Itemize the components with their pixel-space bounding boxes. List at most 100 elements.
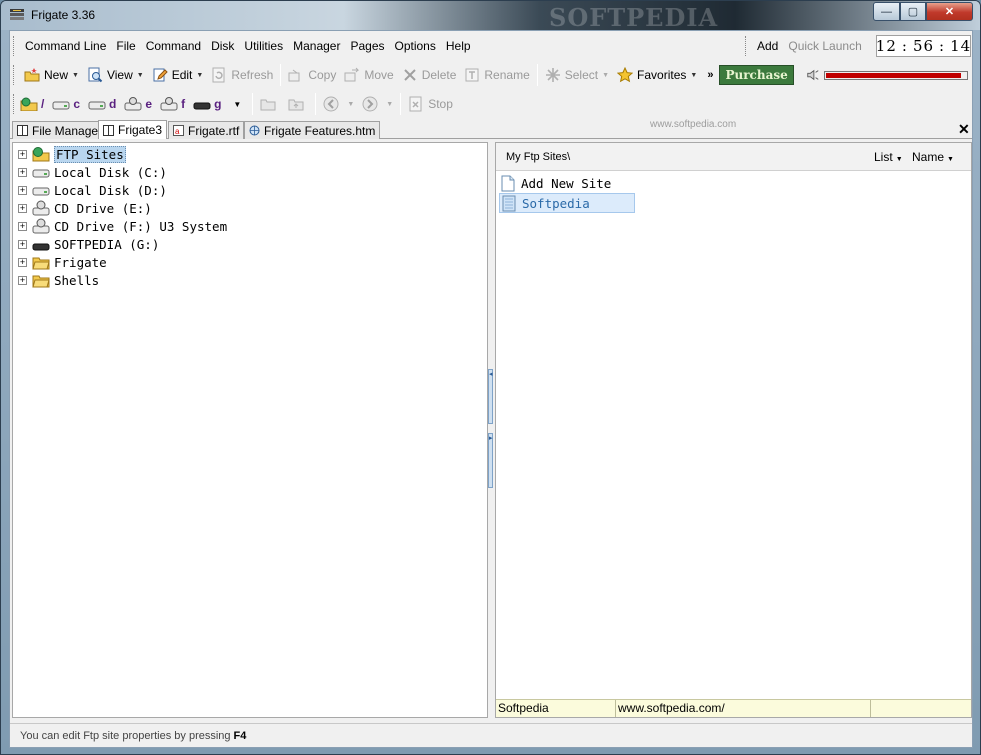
folder-up-button[interactable] xyxy=(284,92,312,116)
expand-toggle[interactable]: + xyxy=(18,149,27,159)
purchase-button[interactable]: Purchase xyxy=(719,65,794,85)
copy-button[interactable]: Copy xyxy=(284,63,340,87)
delete-button[interactable]: Delete xyxy=(398,63,461,87)
cd-drive-icon xyxy=(160,97,178,111)
new-folder-button[interactable] xyxy=(256,92,284,116)
toolbar-grip[interactable] xyxy=(13,65,16,85)
svg-text:a: a xyxy=(175,127,180,136)
list-item-softpedia[interactable]: Softpedia xyxy=(499,193,635,213)
menu-utilities[interactable]: Utilities xyxy=(239,39,288,53)
select-asterisk-icon xyxy=(545,68,560,82)
tab-frigate3[interactable]: Frigate3 xyxy=(98,120,168,139)
tree-item-label: SOFTPEDIA (G:) xyxy=(54,236,160,252)
volume-control[interactable] xyxy=(806,68,968,82)
toolbar-grip[interactable] xyxy=(13,94,16,114)
drive-c-button[interactable]: c xyxy=(52,97,80,111)
minimize-button[interactable]: — xyxy=(873,2,900,21)
menu-bar: Command Line File Command Disk Utilities… xyxy=(10,32,972,60)
collapse-right-button[interactable]: ▸ xyxy=(488,433,493,488)
tree-item-label: CD Drive (E:) xyxy=(54,200,152,216)
quick-launch-grip[interactable] xyxy=(745,36,748,56)
close-button[interactable]: ✕ xyxy=(926,2,973,21)
tree-item-label: Local Disk (C:) xyxy=(54,164,167,180)
tab-frigate-rtf[interactable]: a Frigate.rtf xyxy=(168,121,245,139)
tree-item-local-disk-d[interactable]: + Local Disk (D:) xyxy=(18,181,167,199)
tree-item-local-disk-c[interactable]: + Local Disk (C:) xyxy=(18,163,167,181)
drive-f-button[interactable]: f xyxy=(160,97,185,111)
maximize-button[interactable]: ▢ xyxy=(900,2,926,21)
tree-item-cd-drive-e[interactable]: + CD Drive (E:) xyxy=(18,199,152,217)
toolbar-overflow-button[interactable]: » xyxy=(707,69,713,81)
expand-toggle[interactable]: + xyxy=(18,203,27,213)
drive-d-button[interactable]: d xyxy=(88,97,116,111)
clock-minutes: 56 xyxy=(912,37,935,55)
tab-frigate-features[interactable]: Frigate Features.htm xyxy=(244,121,381,139)
menu-command[interactable]: Command xyxy=(141,39,206,53)
menu-pages[interactable]: Pages xyxy=(345,39,389,53)
view-mode-dropdown[interactable]: List ▼ xyxy=(874,150,903,164)
expand-toggle[interactable]: + xyxy=(18,275,27,285)
drive-root-button[interactable]: / xyxy=(20,97,44,111)
drives-dropdown-button[interactable]: ▼ xyxy=(233,100,241,109)
tree-item-ftp-sites[interactable]: + FTP Sites xyxy=(18,145,126,163)
volume-slider[interactable] xyxy=(823,70,968,80)
arrow-left-icon: ◂ xyxy=(489,371,493,378)
tree-item-label: Frigate xyxy=(54,254,107,270)
menu-help[interactable]: Help xyxy=(441,39,476,53)
sort-by-dropdown[interactable]: Name ▼ xyxy=(912,150,954,164)
move-button[interactable]: Move xyxy=(340,63,397,87)
forward-button[interactable]: ▼ xyxy=(358,92,397,116)
panel-icon xyxy=(17,125,28,136)
back-button[interactable]: ▼ xyxy=(319,92,358,116)
rename-button[interactable]: Rename xyxy=(460,63,533,87)
drive-e-button[interactable]: e xyxy=(124,97,152,111)
chevron-down-icon: ▼ xyxy=(196,71,204,79)
menu-file[interactable]: File xyxy=(111,39,140,53)
refresh-icon xyxy=(212,67,225,83)
expand-toggle[interactable]: + xyxy=(18,167,27,177)
folder-icon xyxy=(32,275,50,288)
expand-toggle[interactable]: + xyxy=(18,221,27,231)
star-icon xyxy=(617,67,634,83)
drive-g-button[interactable]: g xyxy=(193,97,221,111)
menu-options[interactable]: Options xyxy=(390,39,441,53)
tree-item-shells[interactable]: + Shells xyxy=(18,271,99,289)
hard-disk-icon xyxy=(52,101,70,110)
menu-grip[interactable] xyxy=(13,36,16,56)
close-tab-button[interactable]: ✕ xyxy=(958,121,970,138)
pane-splitter[interactable]: ◂ ▸ xyxy=(487,367,494,491)
expand-toggle[interactable]: + xyxy=(18,185,27,195)
select-button[interactable]: Select ▼ xyxy=(541,63,613,87)
current-path[interactable]: My Ftp Sites\ xyxy=(506,151,570,163)
file-list-header: My Ftp Sites\ List ▼ Name ▼ xyxy=(496,143,971,171)
collapse-left-button[interactable]: ◂ xyxy=(488,369,493,424)
document-icon xyxy=(501,175,515,191)
chevron-down-icon: ▼ xyxy=(72,71,79,79)
view-button[interactable]: View ▼ xyxy=(83,63,148,87)
menu-manager[interactable]: Manager xyxy=(288,39,345,53)
file-list-pane[interactable]: My Ftp Sites\ List ▼ Name ▼ Add New Site S… xyxy=(495,142,972,718)
edit-button[interactable]: Edit ▼ xyxy=(148,63,208,87)
tree-item-softpedia-g[interactable]: + SOFTPEDIA (G:) xyxy=(18,235,159,253)
favorites-button[interactable]: Favorites ▼ xyxy=(613,63,701,87)
title-bar[interactable]: Frigate 3.36 SOFTPEDIA — ▢ ✕ xyxy=(1,1,980,32)
folder-tree-pane[interactable]: + FTP Sites + Local Disk (C:) + Local Di… xyxy=(12,142,488,718)
tab-file-manager[interactable]: File Manager xyxy=(12,121,108,139)
add-quick-launch-button[interactable]: Add xyxy=(752,39,783,53)
expand-toggle[interactable]: + xyxy=(18,257,27,267)
new-button[interactable]: New ▼ xyxy=(20,63,83,87)
ftp-site-icon xyxy=(502,195,516,211)
toolbar-separator xyxy=(400,93,402,115)
expand-toggle[interactable]: + xyxy=(18,239,27,249)
menu-disk[interactable]: Disk xyxy=(206,39,239,53)
refresh-button[interactable]: Refresh xyxy=(207,63,277,87)
tree-item-frigate[interactable]: + Frigate xyxy=(18,253,107,271)
list-item-add-new-site[interactable]: Add New Site xyxy=(499,173,635,193)
menu-command-line[interactable]: Command Line xyxy=(20,39,111,53)
move-icon xyxy=(344,67,360,82)
volume-level xyxy=(825,72,962,78)
view-magnifier-icon xyxy=(88,67,103,83)
tree-item-cd-drive-f[interactable]: + CD Drive (F:) U3 System xyxy=(18,217,227,235)
stop-button[interactable]: Stop xyxy=(404,92,457,116)
hard-disk-icon xyxy=(88,101,106,110)
